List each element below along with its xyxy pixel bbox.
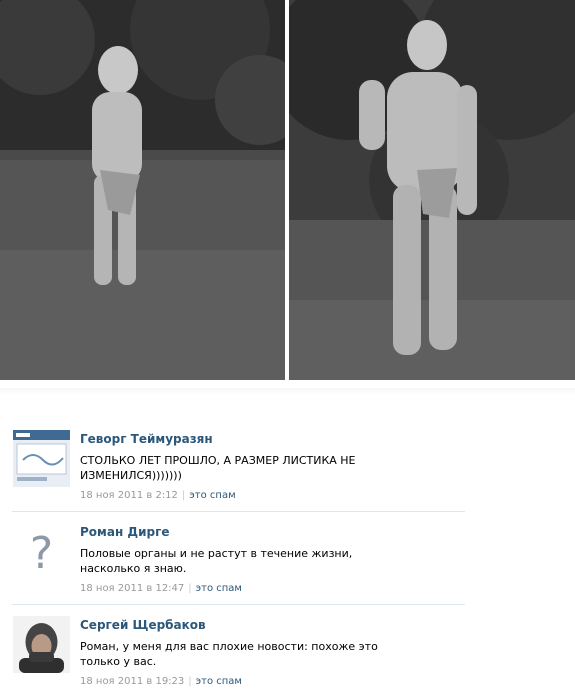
meta-separator: | (188, 676, 192, 687)
comment-author[interactable]: Геворг Теймуразян (80, 432, 213, 446)
comment-author[interactable]: Роман Дирге (80, 525, 170, 539)
comment-list: Геворг Теймуразян СТОЛЬКО ЛЕТ ПРОШЛО, А … (0, 420, 575, 699)
comment-author[interactable]: Сергей Щербаков (80, 618, 206, 632)
screenshot-thumbnail-icon (13, 430, 70, 487)
comment-item: Сергей Щербаков Роман, у меня для вас пл… (0, 604, 575, 699)
spam-link[interactable]: это спам (196, 676, 242, 687)
comment-meta: 18 ноя 2011 в 12:47 | это спам (80, 583, 242, 594)
comment-date[interactable]: 18 ноя 2011 в 2:12 (80, 490, 178, 501)
comment-text: СТОЛЬКО ЛЕТ ПРОШЛО, А РАЗМЕР ЛИСТИКА НЕ … (80, 454, 356, 482)
person-photo-icon (13, 616, 70, 673)
comment-date[interactable]: 18 ноя 2011 в 19:23 (80, 676, 184, 687)
meta-separator: | (188, 583, 192, 594)
spam-link[interactable]: это спам (189, 490, 235, 501)
comment-text: Роман, у меня для вас плохие новости: по… (80, 640, 378, 668)
avatar-question-mark[interactable]: ? (13, 523, 70, 580)
meta-separator: | (181, 490, 186, 501)
comment-meta: 18 ноя 2011 в 19:23 | это спам (80, 676, 242, 687)
photo-right-image (289, 0, 575, 380)
avatar-screenshot-thumbnail[interactable] (13, 430, 70, 487)
separator-strip (0, 388, 575, 396)
spam-link[interactable]: это спам (196, 583, 242, 594)
comment-text: Половые органы и не растут в течение жиз… (80, 547, 353, 575)
photo-left (0, 0, 285, 380)
comment-date[interactable]: 18 ноя 2011 в 12:47 (80, 583, 184, 594)
question-mark-icon: ? (13, 523, 70, 580)
photo-right (289, 0, 575, 380)
comment-meta: 18 ноя 2011 в 2:12 | это спам (80, 490, 236, 501)
avatar-person-photo[interactable] (13, 616, 70, 673)
svg-text:?: ? (30, 528, 53, 579)
comment-item: Геворг Теймуразян СТОЛЬКО ЛЕТ ПРОШЛО, А … (0, 420, 575, 513)
photo-left-image (0, 0, 285, 380)
comment-item: ? Роман Дирге Половые органы и не растут… (0, 511, 575, 606)
